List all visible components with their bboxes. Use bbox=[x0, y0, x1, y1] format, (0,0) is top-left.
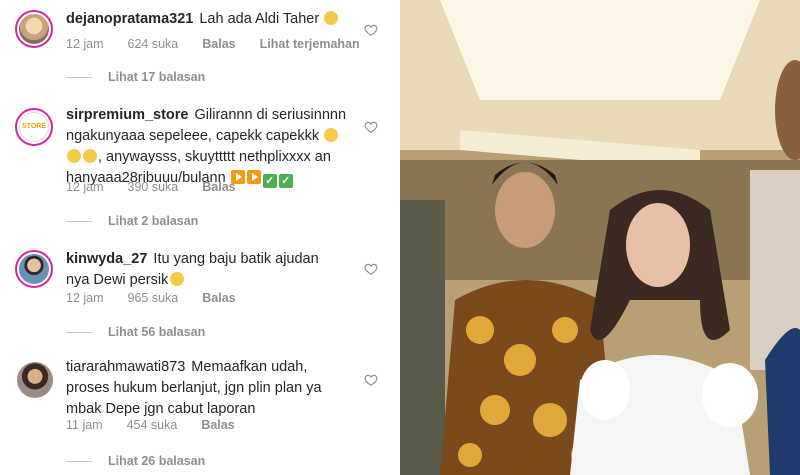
comment-meta: 12 jam 965 suka Balas bbox=[66, 291, 260, 305]
comment-time: 12 jam bbox=[66, 291, 104, 305]
store-logo-avatar: STORE bbox=[19, 112, 49, 142]
comment-username[interactable]: dejanopratama321 bbox=[66, 11, 193, 27]
check-mark-emoji-icon: ✓ bbox=[278, 174, 293, 188]
puff-sleeve bbox=[702, 363, 758, 427]
view-replies-label: Lihat 2 balasan bbox=[108, 214, 199, 228]
comment-time: 12 jam bbox=[66, 180, 104, 194]
comment-time: 11 jam bbox=[66, 418, 103, 432]
reply-button[interactable]: Balas bbox=[201, 418, 234, 432]
replies-divider bbox=[66, 332, 92, 334]
ceiling-light bbox=[440, 0, 760, 100]
avatar[interactable] bbox=[17, 362, 53, 398]
reply-button[interactable]: Balas bbox=[202, 291, 235, 305]
comment-likes[interactable]: 390 suka bbox=[128, 180, 179, 194]
heart-outline-icon[interactable] bbox=[364, 23, 378, 37]
comment-meta: 12 jam 624 suka Balas Lihat terjemahan bbox=[66, 37, 384, 51]
laughing-emoji-icon bbox=[324, 11, 339, 25]
replies-divider bbox=[66, 77, 92, 79]
comment-meta: 12 jam 390 suka Balas bbox=[66, 180, 260, 194]
view-replies-label: Lihat 26 balasan bbox=[108, 454, 206, 468]
view-replies-button[interactable]: Lihat 17 balasan bbox=[66, 70, 205, 84]
replies-divider bbox=[66, 461, 92, 463]
comment-username[interactable]: tiararahmawati873 bbox=[66, 359, 185, 375]
photo-illustration bbox=[400, 0, 800, 475]
comment-username[interactable]: kinwyda_27 bbox=[66, 251, 147, 267]
avatar[interactable]: STORE bbox=[15, 108, 53, 146]
avatar[interactable] bbox=[15, 10, 53, 48]
woman-face bbox=[626, 203, 690, 287]
view-replies-label: Lihat 17 balasan bbox=[108, 70, 206, 84]
person-left-edge bbox=[400, 200, 445, 475]
comment-username[interactable]: sirpremium_store bbox=[66, 107, 189, 123]
laughing-emoji-icon bbox=[67, 149, 81, 163]
avatar[interactable] bbox=[15, 250, 53, 288]
heart-outline-icon[interactable] bbox=[364, 120, 378, 134]
comment-body: tiararahmawati873 Memaafkan udah, proses … bbox=[66, 357, 351, 420]
laughing-emoji-icon bbox=[324, 128, 339, 142]
view-replies-button[interactable]: Lihat 26 balasan bbox=[66, 454, 205, 468]
thinking-emoji-icon bbox=[170, 272, 185, 286]
translate-button[interactable]: Lihat terjemahan bbox=[260, 37, 360, 51]
wall bbox=[400, 160, 800, 280]
check-mark-emoji-icon: ✓ bbox=[262, 174, 277, 188]
puff-sleeve bbox=[580, 360, 630, 420]
comment-section: dejanopratama321 Lah ada Aldi Taher 12 ja… bbox=[0, 0, 400, 475]
reply-button[interactable]: Balas bbox=[202, 37, 235, 51]
avatar-image bbox=[19, 254, 49, 284]
heart-outline-icon[interactable] bbox=[364, 373, 378, 387]
man-face bbox=[495, 172, 555, 248]
view-replies-button[interactable]: Lihat 56 balasan bbox=[66, 325, 205, 339]
news-photo bbox=[400, 0, 800, 475]
view-replies-label: Lihat 56 balasan bbox=[108, 325, 206, 339]
reply-button[interactable]: Balas bbox=[202, 180, 235, 194]
avatar-image bbox=[19, 14, 49, 44]
comment-time: 12 jam bbox=[66, 37, 104, 51]
comment-body: sirpremium_store Gilirannn di seriusinnnn… bbox=[66, 105, 351, 189]
view-replies-button[interactable]: Lihat 2 balasan bbox=[66, 214, 198, 228]
heart-outline-icon[interactable] bbox=[364, 262, 378, 276]
comment-text: Lah ada Aldi Taher bbox=[199, 11, 320, 27]
comment-body: kinwyda_27 Itu yang baju batik ajudan nya… bbox=[66, 249, 346, 291]
replies-divider bbox=[66, 221, 92, 223]
comment-likes[interactable]: 965 suka bbox=[128, 291, 179, 305]
comment-likes[interactable]: 624 suka bbox=[128, 37, 179, 51]
comment-body: dejanopratama321 Lah ada Aldi Taher bbox=[66, 9, 346, 30]
laughing-emoji-icon bbox=[83, 149, 97, 163]
avatar-image bbox=[17, 362, 53, 398]
comment-likes[interactable]: 454 suka bbox=[127, 418, 178, 432]
comment-meta: 11 jam 454 suka Balas bbox=[66, 418, 259, 432]
